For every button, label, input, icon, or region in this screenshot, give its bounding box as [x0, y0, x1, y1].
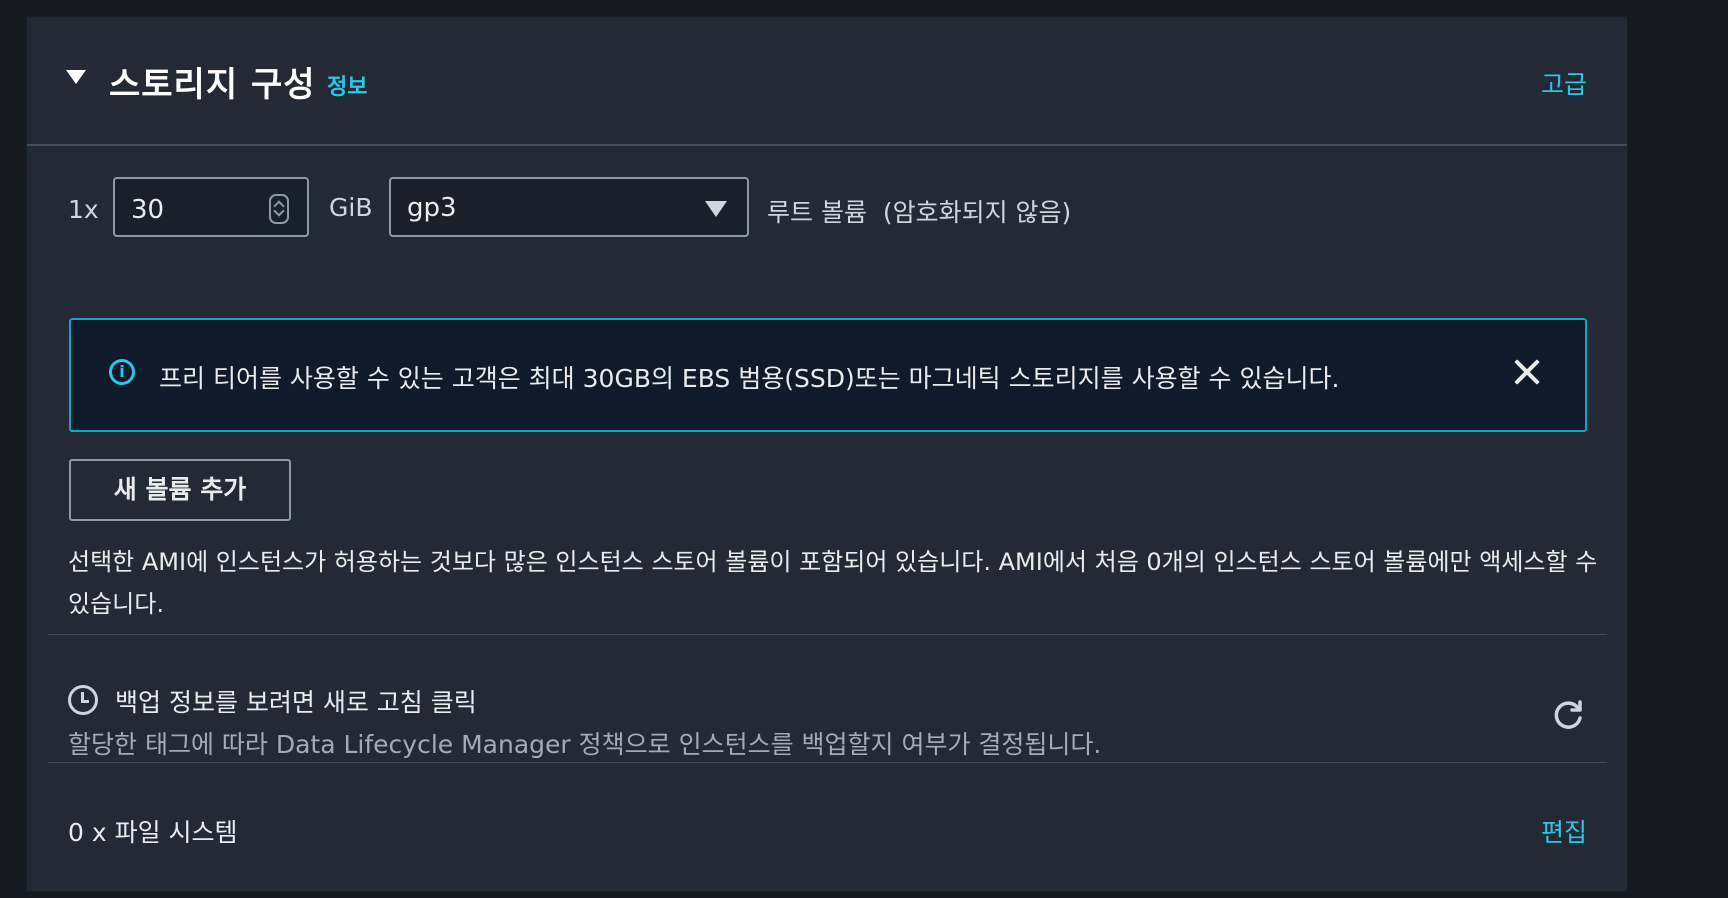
collapse-caret-icon[interactable] — [66, 70, 86, 84]
dropdown-arrow-icon — [705, 201, 727, 217]
advanced-link[interactable]: 고급 — [1541, 65, 1587, 101]
clock-icon — [68, 685, 98, 715]
root-volume-label: 루트 볼륨 (암호화되지 않음) — [767, 198, 1072, 227]
info-link[interactable]: 정보 — [327, 69, 367, 101]
close-icon[interactable] — [1511, 356, 1543, 388]
backup-info-row: 백업 정보를 보려면 새로 고침 클릭 할당한 태그에 따라 Data Life… — [27, 677, 1627, 787]
volume-size-value: 30 — [131, 195, 165, 225]
edit-link[interactable]: 편집 — [1541, 813, 1587, 849]
divider — [48, 634, 1607, 635]
volume-type-select[interactable]: gp3 — [389, 177, 749, 237]
add-volume-button[interactable]: 새 볼륨 추가 — [69, 459, 291, 521]
volume-size-input[interactable]: 30 — [113, 177, 309, 237]
volume-size-unit: GiB — [329, 193, 373, 222]
volume-multiplier: 1x — [68, 195, 99, 224]
free-tier-alert: i 프리 티어를 사용할 수 있는 고객은 최대 30GB의 EBS 범용(SS… — [69, 318, 1587, 432]
file-systems-label: 0 x 파일 시스템 — [68, 818, 238, 847]
section-title: 스토리지 구성 — [109, 65, 316, 105]
refresh-icon[interactable] — [1551, 699, 1585, 733]
storage-config-header: 스토리지 구성 정보 고급 — [27, 17, 1627, 146]
backup-description: 할당한 태그에 따라 Data Lifecycle Manager 정책으로 인… — [68, 730, 1102, 759]
backup-title: 백업 정보를 보려면 새로 고침 클릭 — [115, 688, 477, 717]
root-volume-row: 1x 30 GiB gp3 루트 볼륨 (암호화되지 않음) — [27, 177, 1627, 241]
instance-store-note: 선택한 AMI에 인스턴스가 허용하는 것보다 많은 인스턴스 스토어 볼륨이 … — [68, 548, 1598, 618]
info-icon: i — [109, 359, 135, 385]
divider — [48, 762, 1607, 763]
file-systems-row: 0 x 파일 시스템 편집 — [27, 807, 1627, 867]
storage-config-panel: 스토리지 구성 정보 고급 1x 30 GiB gp3 루트 볼륨 (암호화되지… — [27, 17, 1627, 891]
size-stepper-icon[interactable] — [269, 194, 289, 224]
alert-message: 프리 티어를 사용할 수 있는 고객은 최대 30GB의 EBS 범용(SSD)… — [159, 364, 1340, 393]
volume-type-value: gp3 — [407, 193, 457, 223]
